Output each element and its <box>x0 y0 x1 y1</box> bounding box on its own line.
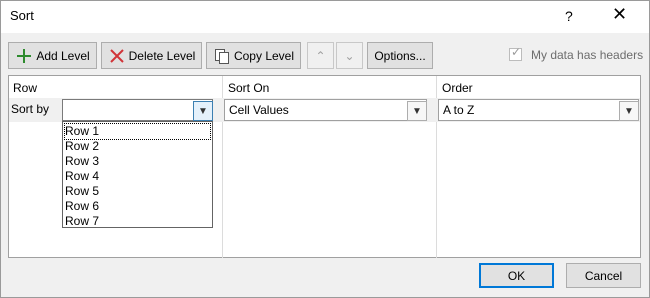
list-item[interactable]: Row 1 <box>64 123 211 140</box>
list-item[interactable]: Row 2 <box>65 139 210 154</box>
help-button[interactable]: ? <box>565 8 573 24</box>
list-item[interactable]: Row 6 <box>65 199 210 214</box>
move-down-button[interactable]: ⌄ <box>336 42 363 69</box>
add-level-button[interactable]: Add Level <box>8 42 97 69</box>
ok-label: OK <box>507 268 526 283</box>
add-level-label: Add Level <box>36 48 90 63</box>
column-header-sort-on: Sort On <box>228 81 270 95</box>
ok-button[interactable]: OK <box>479 263 554 288</box>
cancel-label: Cancel <box>584 268 623 283</box>
delete-x-icon <box>108 47 126 65</box>
column-dropdown-list: Row 1 Row 2 Row 3 Row 4 Row 5 Row 6 Row … <box>62 121 213 228</box>
column-header-order: Order <box>442 81 473 95</box>
column-header-row: Row <box>13 81 38 95</box>
chevron-down-icon: ⌄ <box>344 48 355 63</box>
list-item[interactable]: Row 7 <box>65 214 210 229</box>
chevron-up-icon: ⌃ <box>315 48 326 63</box>
sort-on-select[interactable]: Cell Values ▼ <box>224 99 427 121</box>
checkmark-icon: ✓ <box>511 45 522 59</box>
move-up-button[interactable]: ⌃ <box>307 42 334 69</box>
order-value: A to Z <box>443 103 475 117</box>
chevron-down-icon[interactable]: ▼ <box>619 101 639 121</box>
copy-level-button[interactable]: Copy Level <box>206 42 301 69</box>
copy-level-label: Copy Level <box>233 48 295 63</box>
column-select[interactable]: ▼ <box>62 99 213 121</box>
list-item[interactable]: Row 5 <box>65 184 210 199</box>
copy-icon <box>213 47 231 65</box>
cancel-button[interactable]: Cancel <box>566 263 641 288</box>
options-button[interactable]: Options... <box>367 42 433 69</box>
dialog-title: Sort <box>10 8 34 23</box>
list-item[interactable]: Row 3 <box>65 154 210 169</box>
chevron-down-icon[interactable]: ▼ <box>193 101 213 121</box>
title-bar <box>1 1 649 33</box>
sort-on-value: Cell Values <box>229 103 289 117</box>
delete-level-label: Delete Level <box>128 48 196 63</box>
order-select[interactable]: A to Z ▼ <box>438 99 639 121</box>
headers-checkbox-label: My data has headers <box>531 48 644 62</box>
sort-by-label: Sort by <box>11 102 50 116</box>
plus-icon <box>15 47 33 65</box>
close-button[interactable]: ✕ <box>612 4 627 24</box>
delete-level-button[interactable]: Delete Level <box>101 42 202 69</box>
list-item[interactable]: Row 4 <box>65 169 210 184</box>
options-label: Options... <box>374 48 426 63</box>
chevron-down-icon[interactable]: ▼ <box>407 101 427 121</box>
